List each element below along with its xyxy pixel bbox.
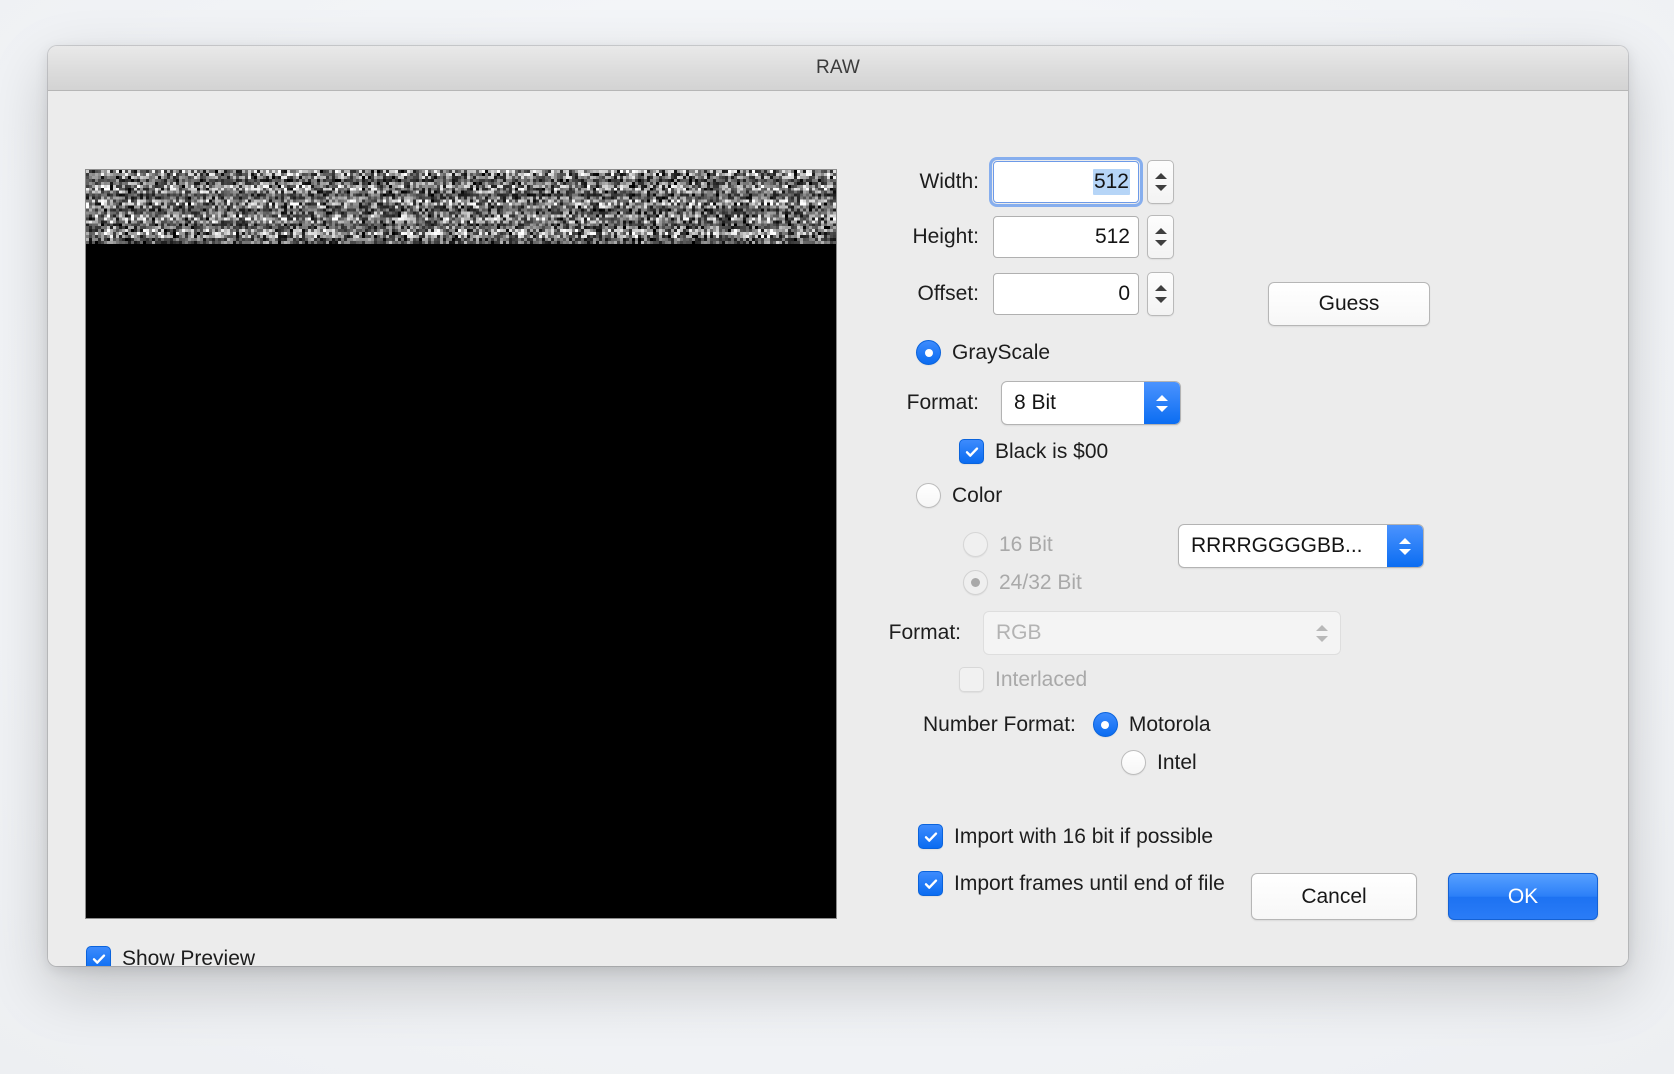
width-stepper[interactable] — [1147, 160, 1174, 204]
color-format-value: RGB — [996, 621, 1042, 644]
height-value: 512 — [1094, 225, 1130, 248]
height-row: Height: 512 — [868, 215, 1174, 259]
chevron-up-icon[interactable] — [1154, 228, 1167, 234]
chevron-up-icon[interactable] — [1154, 285, 1167, 291]
interlaced-checkbox — [959, 667, 984, 692]
grayscale-format-value: 8 Bit — [1014, 391, 1057, 414]
color-16bit-radio — [963, 532, 988, 557]
chevron-down-icon[interactable] — [1154, 240, 1167, 246]
channel-order-popup[interactable]: RRRRGGGGBB... — [1178, 524, 1424, 568]
preview-black-area — [86, 244, 836, 918]
image-preview — [86, 170, 836, 918]
offset-label: Offset: — [917, 282, 979, 305]
color-16bit-row: 16 Bit — [963, 532, 1053, 557]
black-is-00-row[interactable]: Black is $00 — [959, 439, 1108, 464]
color-radio-row[interactable]: Color — [916, 483, 1002, 508]
intel-label: Intel — [1157, 750, 1197, 774]
show-preview-checkbox[interactable] — [86, 946, 111, 966]
grayscale-radio-row[interactable]: GrayScale — [916, 340, 1050, 365]
chevron-down-icon[interactable] — [1154, 297, 1167, 303]
offset-value: 0 — [1118, 282, 1130, 305]
settings-pane: Width: 512 Height: 512 Offset: 0 Guess G… — [868, 152, 1598, 966]
guess-button[interactable]: Guess — [1268, 282, 1430, 326]
import-16bit-row[interactable]: Import with 16 bit if possible — [918, 824, 1213, 849]
interlaced-row: Interlaced — [959, 667, 1087, 692]
height-input[interactable]: 512 — [993, 216, 1139, 258]
width-value: 512 — [1092, 169, 1130, 195]
import-frames-label: Import frames until end of file — [954, 871, 1225, 895]
import-frames-checkbox[interactable] — [918, 871, 943, 896]
color-format-label: Format: — [888, 621, 961, 644]
show-preview-row[interactable]: Show Preview — [86, 946, 255, 966]
number-format-label: Number Format: — [923, 712, 1076, 736]
intel-radio[interactable] — [1121, 750, 1146, 775]
preview-noise-band — [86, 170, 836, 244]
motorola-label: Motorola — [1128, 712, 1211, 736]
color-2432bit-row: 24/32 Bit — [963, 570, 1082, 595]
number-format-row: Number Format: Motorola — [923, 712, 1211, 737]
intel-row[interactable]: Intel — [1121, 750, 1197, 775]
raw-import-dialog: RAW Show Preview Width: 512 Height: 512 … — [48, 46, 1628, 966]
offset-stepper[interactable] — [1147, 272, 1174, 316]
height-label: Height: — [912, 225, 979, 248]
grayscale-format-label: Format: — [906, 391, 979, 414]
popup-chevron-icon[interactable] — [1387, 525, 1423, 567]
width-row: Width: 512 — [868, 157, 1174, 207]
width-label: Width: — [919, 170, 979, 193]
show-preview-label: Show Preview — [122, 946, 256, 967]
color-16bit-label: 16 Bit — [999, 532, 1053, 556]
height-stepper[interactable] — [1147, 215, 1174, 259]
color-radio[interactable] — [916, 483, 941, 508]
chevron-up-icon[interactable] — [1154, 173, 1167, 179]
import-16bit-checkbox[interactable] — [918, 824, 943, 849]
color-format-row: Format: RGB — [850, 611, 1341, 655]
black-is-00-label: Black is $00 — [995, 439, 1109, 463]
grayscale-label: GrayScale — [952, 340, 1051, 364]
popup-chevron-icon[interactable] — [1144, 382, 1180, 424]
offset-input[interactable]: 0 — [993, 273, 1139, 315]
chevron-down-icon[interactable] — [1154, 185, 1167, 191]
grayscale-radio[interactable] — [916, 340, 941, 365]
channel-order-row: RRRRGGGGBB... — [1178, 524, 1424, 568]
offset-row: Offset: 0 — [868, 272, 1174, 316]
grayscale-format-popup[interactable]: 8 Bit — [1001, 381, 1181, 425]
import-16bit-label: Import with 16 bit if possible — [954, 824, 1214, 848]
interlaced-label: Interlaced — [995, 667, 1088, 691]
black-is-00-checkbox[interactable] — [959, 439, 984, 464]
cancel-button[interactable]: Cancel — [1251, 873, 1417, 920]
color-format-popup: RGB — [983, 611, 1341, 655]
dialog-title: RAW — [816, 57, 860, 78]
dialog-body: Show Preview Width: 512 Height: 512 Offs… — [48, 92, 1628, 966]
dialog-titlebar: RAW — [48, 46, 1628, 91]
color-2432bit-label: 24/32 Bit — [999, 570, 1082, 594]
popup-chevron-icon — [1304, 612, 1340, 654]
channel-order-value: RRRRGGGGBB... — [1191, 534, 1363, 557]
width-input[interactable]: 512 — [989, 157, 1143, 207]
import-frames-row[interactable]: Import frames until end of file — [918, 871, 1225, 896]
motorola-radio[interactable] — [1092, 712, 1118, 737]
grayscale-format-row: Format: 8 Bit — [868, 381, 1181, 425]
color-label: Color — [952, 483, 1003, 507]
ok-button[interactable]: OK — [1448, 873, 1598, 920]
color-2432bit-radio — [963, 570, 988, 595]
